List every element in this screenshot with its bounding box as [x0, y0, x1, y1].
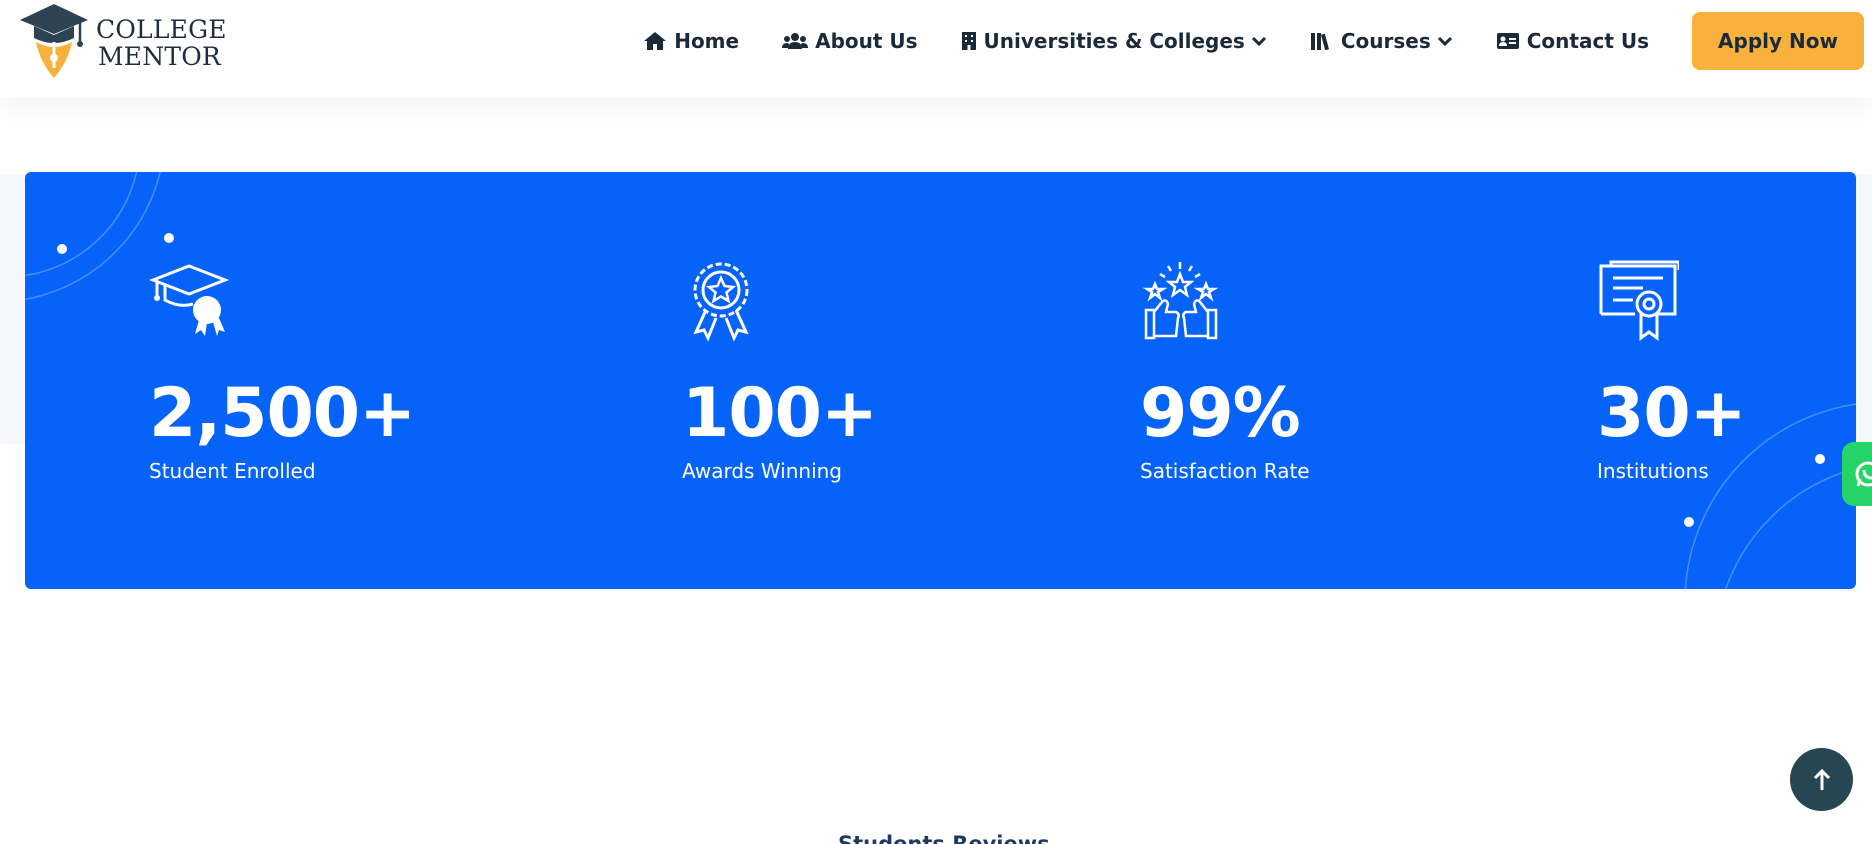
logo-line-2: MENTOR — [98, 42, 221, 71]
books-icon — [1310, 33, 1329, 51]
nav-contact-us[interactable]: Contact Us — [1496, 29, 1649, 53]
home-icon — [644, 32, 667, 50]
nav-home-label: Home — [674, 29, 740, 53]
stat-value: 100+ — [682, 374, 878, 453]
arrow-up-icon — [1813, 768, 1830, 790]
nav-courses-label: Courses — [1340, 29, 1431, 53]
thumbs-up-stars-icon — [1142, 262, 1219, 340]
stat-value: 2,500+ — [149, 374, 416, 453]
stat-label: Satisfaction Rate — [1140, 459, 1310, 483]
award-ribbon-icon — [693, 262, 749, 342]
stat-label: Institutions — [1597, 459, 1709, 483]
users-icon — [782, 33, 809, 49]
contact-card-icon — [1496, 33, 1519, 49]
stat-value: 30+ — [1597, 374, 1747, 453]
main-nav: Home About Us Universities & Colleges Co… — [643, 0, 1872, 82]
stat-value: 99% — [1140, 374, 1301, 453]
scroll-to-top-button[interactable] — [1790, 748, 1853, 811]
logo-mortarboard-icon — [20, 4, 88, 78]
section-heading: Students Reviews — [838, 832, 1050, 844]
whatsapp-button[interactable] — [1842, 442, 1872, 506]
graduation-cap-icon — [149, 264, 230, 336]
certificate-icon — [1599, 260, 1679, 341]
chevron-down-icon — [1437, 36, 1452, 47]
chevron-down-icon — [1251, 36, 1266, 47]
nav-universities-colleges[interactable]: Universities & Colleges — [961, 29, 1267, 53]
whatsapp-icon — [1855, 461, 1872, 487]
stat-label: Awards Winning — [682, 459, 842, 483]
logo-text: COLLEGE MENTOR — [96, 16, 227, 70]
nav-universities-label: Universities & Colleges — [983, 29, 1245, 53]
apply-now-button[interactable]: Apply Now — [1692, 12, 1864, 70]
nav-contact-label: Contact Us — [1526, 29, 1649, 53]
site-header: COLLEGE MENTOR Home About Us Universitie… — [0, 0, 1872, 98]
logo-line-1: COLLEGE — [96, 15, 227, 44]
logo[interactable]: COLLEGE MENTOR — [18, 2, 227, 82]
building-icon — [961, 32, 976, 50]
nav-courses[interactable]: Courses — [1310, 29, 1453, 53]
stat-label: Student Enrolled — [149, 459, 316, 483]
nav-home[interactable]: Home — [643, 29, 739, 53]
nav-about-us[interactable]: About Us — [782, 29, 918, 53]
stats-panel: 2,500+ Student Enrolled 100+ Awards Winn… — [25, 172, 1856, 589]
nav-about-us-label: About Us — [815, 29, 918, 53]
